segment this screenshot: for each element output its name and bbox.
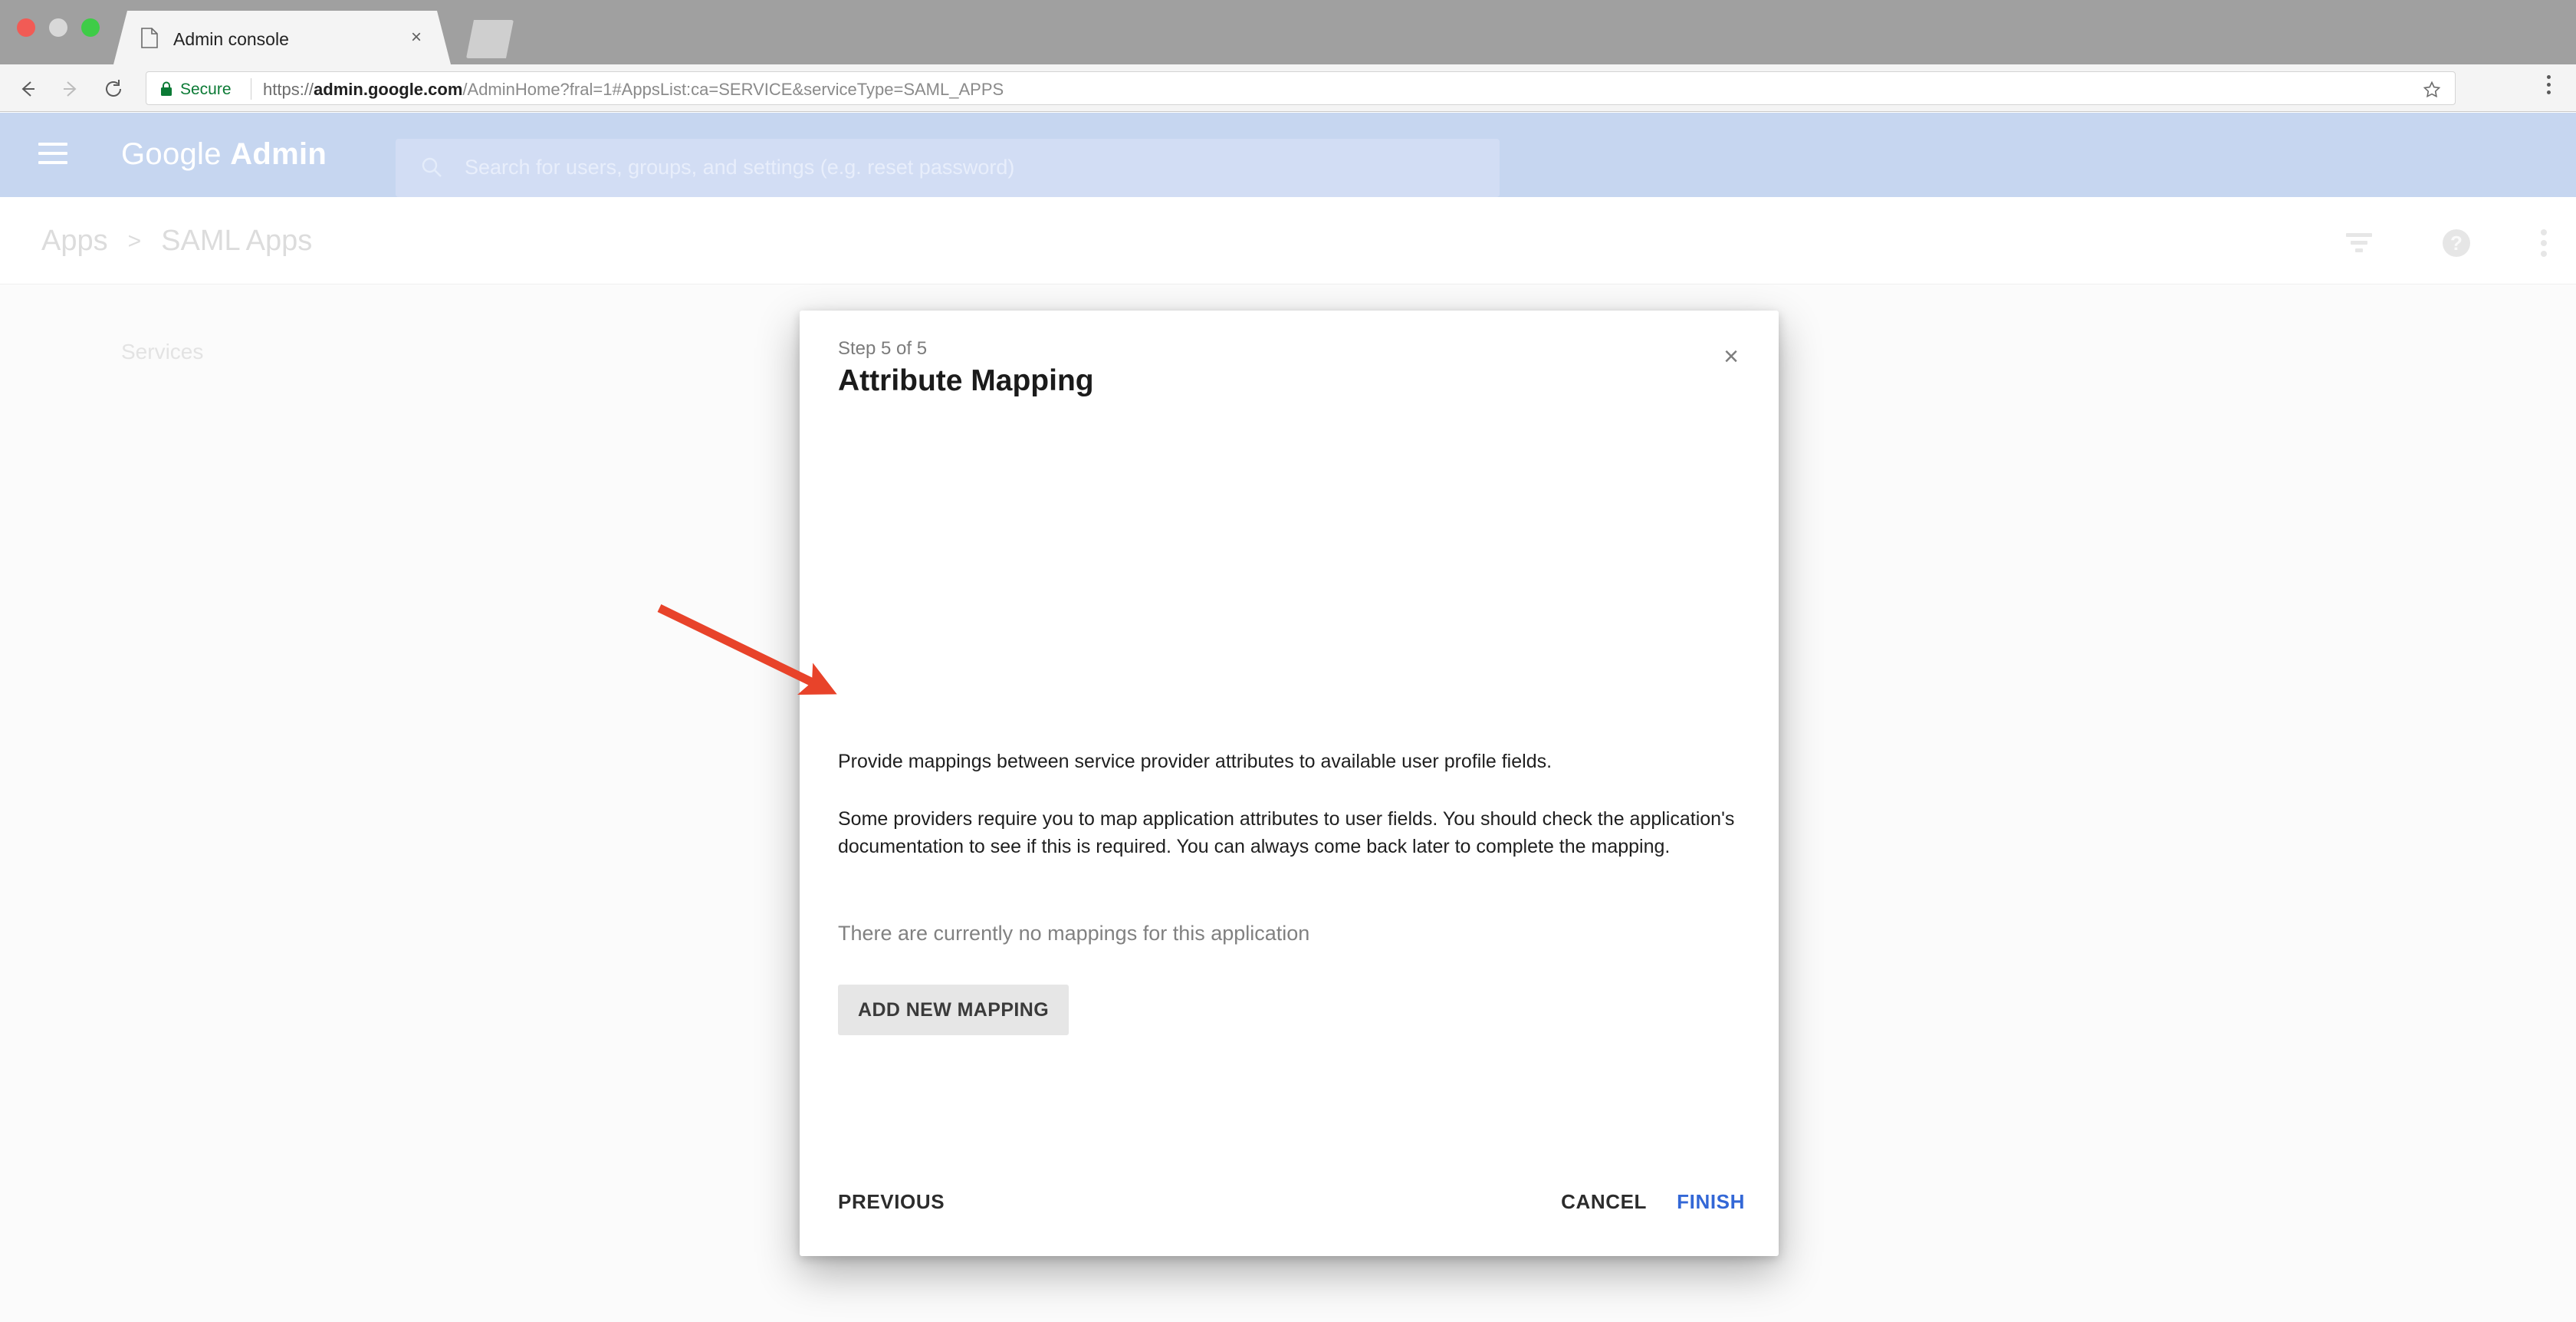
url-path: /AdminHome?fral=1#AppsList:ca=SERVICE&se… — [462, 80, 1004, 99]
hamburger-bar — [38, 143, 67, 146]
forward-arrow-icon — [60, 78, 81, 100]
close-icon[interactable]: × — [411, 28, 422, 48]
address-bar[interactable]: Secure https://admin.google.com/AdminHom… — [146, 71, 2456, 105]
dialog-paragraph-1: Provide mappings between service provide… — [838, 751, 1552, 772]
app-brand-title[interactable]: Google Admin — [121, 137, 327, 172]
services-section-label: Services — [121, 340, 204, 363]
empty-state-message: There are currently no mappings for this… — [838, 922, 1310, 945]
hamburger-icon[interactable] — [38, 143, 67, 164]
dialog-footer: PREVIOUS CANCEL FINISH — [800, 1166, 1779, 1256]
security-status-label: Secure — [180, 81, 232, 98]
kebab-dot — [2547, 90, 2551, 94]
browser-tab-title: Admin console — [173, 29, 289, 49]
admin-app-header: Google Admin Search for users, groups, a… — [0, 113, 2576, 293]
reload-icon[interactable] — [103, 78, 124, 100]
add-new-mapping-button[interactable]: ADD NEW MAPPING — [838, 985, 1070, 1035]
finish-button[interactable]: FINISH — [1677, 1190, 1745, 1214]
dialog-paragraph-2: Some providers require you to map applic… — [838, 808, 1735, 857]
brand-admin: Admin — [230, 137, 327, 171]
breadcrumb-item-apps[interactable]: Apps — [41, 225, 108, 258]
help-icon[interactable]: ? — [2443, 229, 2470, 257]
document-icon — [141, 28, 158, 48]
window-traffic-lights[interactable] — [17, 18, 100, 37]
dialog-step-indicator: Step 5 of 5 — [838, 338, 928, 359]
attribute-mapping-dialog: Step 5 of 5 Attribute Mapping × Provide … — [800, 311, 1779, 1256]
breadcrumb-item-saml-apps[interactable]: SAML Apps — [161, 225, 312, 258]
minimize-window-button[interactable] — [49, 18, 67, 37]
lock-icon — [160, 81, 172, 97]
search-placeholder: Search for users, groups, and settings (… — [465, 156, 1015, 179]
filter-icon[interactable] — [2346, 232, 2372, 255]
url-scheme: https:// — [263, 80, 314, 99]
kebab-dot — [2547, 75, 2551, 79]
close-window-button[interactable] — [17, 18, 35, 37]
url-host: admin.google.com — [314, 80, 463, 99]
dialog-title: Attribute Mapping — [838, 364, 1094, 397]
new-tab-button[interactable] — [466, 20, 514, 58]
star-icon[interactable] — [2423, 81, 2441, 99]
cancel-button[interactable]: CANCEL — [1561, 1190, 1647, 1214]
breadcrumb-bar: Apps > SAML Apps ? — [0, 197, 2576, 284]
breadcrumb: Apps > SAML Apps — [41, 225, 312, 258]
page-actions: ? — [2346, 229, 2547, 257]
brand-google: Google — [121, 137, 231, 171]
browser-tabstrip: Admin console × — [0, 0, 2576, 64]
browser-tab[interactable]: Admin console × — [113, 11, 451, 64]
search-icon — [420, 156, 443, 179]
maximize-window-button[interactable] — [81, 18, 100, 37]
more-options-icon[interactable] — [2541, 229, 2547, 257]
previous-button[interactable]: PREVIOUS — [838, 1190, 945, 1214]
kebab-dot — [2547, 83, 2551, 87]
hamburger-bar — [38, 161, 67, 164]
search-input[interactable]: Search for users, groups, and settings (… — [396, 139, 1500, 197]
browser-toolbar: Secure https://admin.google.com/AdminHom… — [0, 64, 2576, 112]
close-icon[interactable]: × — [1714, 340, 1748, 373]
url-text: https://admin.google.com/AdminHome?fral=… — [263, 80, 1004, 100]
chevron-right-icon: > — [127, 228, 142, 254]
back-arrow-icon[interactable] — [17, 78, 38, 100]
hamburger-bar — [38, 152, 67, 155]
browser-menu-button[interactable] — [2547, 75, 2551, 94]
